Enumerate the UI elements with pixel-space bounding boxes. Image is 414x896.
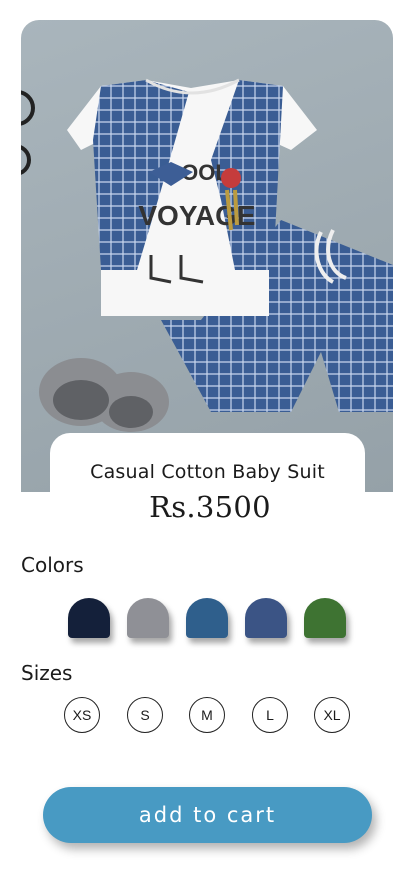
color-swatch-gray[interactable] <box>127 598 169 638</box>
product-image: COOL VOYAGE <box>21 20 393 492</box>
product-name: Casual Cotton Baby Suit <box>90 461 325 483</box>
add-to-cart-button[interactable]: add to cart <box>43 787 372 843</box>
size-option-s[interactable]: S <box>127 697 163 733</box>
size-option-l[interactable]: L <box>252 697 288 733</box>
colors-heading: Colors <box>21 553 84 577</box>
size-option-m[interactable]: M <box>189 697 225 733</box>
sizes-heading: Sizes <box>21 661 73 685</box>
color-swatch-green[interactable] <box>304 598 346 638</box>
size-option-xl[interactable]: XL <box>314 697 350 733</box>
color-swatch-steel-blue[interactable] <box>186 598 228 638</box>
size-selector: XS S M L XL <box>64 697 364 737</box>
size-option-xs[interactable]: XS <box>64 697 100 733</box>
product-illustration: COOL VOYAGE <box>21 78 393 432</box>
product-price: Rs.3500 <box>149 490 271 524</box>
color-swatch-slate-blue[interactable] <box>245 598 287 638</box>
color-swatch-list <box>68 598 368 642</box>
color-swatch-navy[interactable] <box>68 598 110 638</box>
